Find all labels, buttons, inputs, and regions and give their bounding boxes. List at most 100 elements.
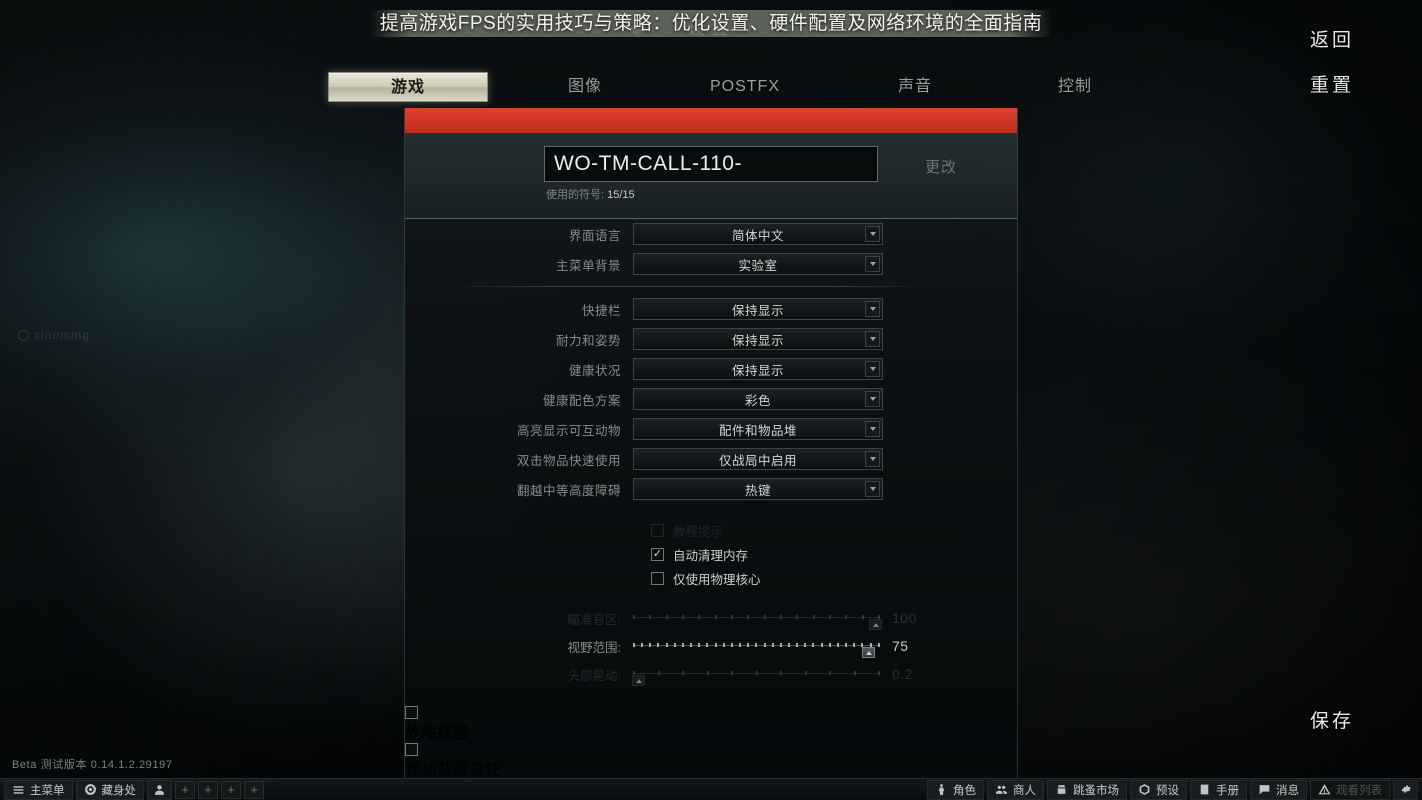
checkbox-row: 仅使用物理核心 (405, 566, 1017, 590)
tab-3[interactable]: POSTFX (690, 72, 800, 102)
setting-label: 耐力和姿势 (555, 333, 621, 348)
taskbar-item-flea-market[interactable]: 跳蚤市场 (1047, 779, 1127, 800)
tab-label: 图像 (567, 78, 602, 95)
taskbar-slot-2[interactable]: + (198, 780, 218, 799)
slider-handle[interactable] (869, 619, 883, 630)
taskbar-right-group: 角色 商人 跳蚤市场 预设 手册 消息 观看列表 (927, 779, 1418, 800)
taskbar-item-label: 主菜单 (30, 784, 65, 797)
dropdown-hud-0[interactable]: 保持显示 (633, 298, 883, 320)
settings-row: 健康状况 保持显示 (405, 354, 1017, 384)
watermark-label: xiaoming (34, 328, 91, 342)
taskbar-slot-3[interactable]: + (221, 780, 241, 799)
chevron-down-icon[interactable] (865, 421, 880, 437)
checkbox-label: 仅使用物理核心 (673, 572, 761, 587)
tab-1[interactable]: 游戏 (328, 72, 488, 102)
tab-label: 声音 (897, 78, 932, 95)
nickname-section: 使用的符号: 15/15 更改 (405, 133, 1017, 219)
traders-icon (996, 785, 1007, 794)
nickname-change-button[interactable]: 更改 (925, 156, 957, 177)
tab-label: 控制 (1057, 78, 1092, 95)
dropdown-value: 仅战局中启用 (718, 453, 797, 468)
dropdown-general-0[interactable]: 简体中文 (633, 223, 883, 245)
watermark-icon (18, 329, 29, 341)
settings-group-general: 界面语言 简体中文 主菜单背景 实验室 (405, 219, 1017, 279)
dropdown-general-1[interactable]: 实验室 (633, 253, 883, 275)
tab-4[interactable]: 声音 (860, 72, 970, 102)
checkbox-label: 故障提醒 (405, 725, 470, 742)
tab-label: 游戏 (390, 79, 425, 96)
slider-3[interactable] (631, 665, 880, 686)
checkbox-3[interactable] (651, 571, 664, 585)
chevron-down-icon[interactable] (865, 256, 880, 272)
chevron-down-icon[interactable] (865, 331, 880, 347)
tab-5[interactable]: 控制 (1020, 72, 1130, 102)
group-divider (440, 286, 930, 287)
settings-row: 翻越中等高度障碍 热键 (405, 474, 1017, 504)
chevron-down-icon[interactable] (865, 361, 880, 377)
nickname-counter-label: 使用的符号: (546, 189, 605, 201)
dropdown-hud-2[interactable]: 保持显示 (633, 358, 883, 380)
slider-label: 头部晃动: (567, 668, 621, 683)
article-headline: 提高游戏FPS的实用技巧与策略：优化设置、硬件配置及网络环境的全面指南 (0, 8, 1422, 37)
chevron-down-icon[interactable] (865, 451, 880, 467)
taskbar-item-label: 消息 (1276, 784, 1299, 797)
checkbox-1[interactable] (651, 523, 664, 537)
checkbox-right-1[interactable] (405, 743, 418, 756)
taskbar-item-hamburger[interactable]: 主菜单 (4, 779, 73, 800)
slider-value: 100 (892, 610, 917, 626)
dropdown-value: 保持显示 (731, 333, 784, 348)
taskbar-item-avatar[interactable] (147, 779, 172, 800)
setting-label: 双击物品快速使用 (516, 453, 621, 468)
slider-value: 75 (892, 638, 909, 654)
handbook-icon (1200, 784, 1209, 795)
checkbox-left-1[interactable] (405, 706, 418, 719)
dropdown-hud-4[interactable]: 配件和物品堆 (633, 418, 883, 440)
slider-ticks (633, 615, 880, 620)
nickname-input[interactable] (544, 146, 878, 182)
setting-label: 快捷栏 (581, 303, 621, 318)
checkbox-label: 预加载藏身处 (405, 762, 502, 778)
settings-row: 主菜单背景 实验室 (405, 249, 1017, 279)
taskbar-item-hideout[interactable]: 藏身处 (75, 779, 144, 800)
slider-ticks (633, 643, 880, 648)
hamburger-icon (13, 786, 24, 794)
tab-2[interactable]: 图像 (530, 72, 640, 102)
taskbar-item-warning[interactable]: 观看列表 (1310, 779, 1390, 800)
slider-1[interactable] (633, 609, 883, 630)
dropdown-value: 实验室 (738, 258, 778, 273)
checkbox-row: 教程提示 (405, 518, 1017, 542)
setting-label: 主菜单背景 (555, 258, 621, 273)
taskbar-item-preset[interactable]: 预设 (1130, 779, 1187, 800)
taskbar-settings-button[interactable] (1393, 779, 1418, 800)
gear-icon (1401, 785, 1411, 793)
taskbar-item-handbook[interactable]: 手册 (1190, 779, 1247, 800)
setting-label: 高亮显示可互动物 (516, 423, 621, 438)
dropdown-hud-6[interactable]: 热键 (633, 478, 883, 500)
slider-2[interactable] (633, 637, 880, 658)
chevron-down-icon[interactable] (865, 301, 880, 317)
taskbar-slot-1[interactable]: + (175, 780, 195, 799)
checkbox-label: 教程提示 (673, 524, 724, 539)
taskbar-item-character[interactable]: 角色 (927, 779, 984, 800)
slider-handle[interactable] (631, 675, 645, 686)
taskbar-item-messages[interactable]: 消息 (1250, 779, 1307, 800)
slider-handle[interactable] (861, 647, 875, 658)
taskbar-item-label: 角色 (953, 784, 976, 797)
chevron-down-icon[interactable] (865, 481, 880, 497)
dropdown-hud-5[interactable]: 仅战局中启用 (633, 448, 883, 470)
settings-tabs: 游戏 图像 POSTFX 声音 控制 (310, 72, 1100, 104)
chevron-down-icon[interactable] (865, 391, 880, 407)
checkbox-2[interactable] (651, 547, 664, 561)
slider-label: 瞄准盲区: (567, 612, 621, 627)
dropdown-hud-3[interactable]: 彩色 (633, 388, 883, 410)
taskbar-slot-4[interactable]: + (244, 780, 264, 799)
save-button[interactable]: 保存 (1310, 706, 1354, 733)
game-settings-screen: xiaoming 设置 提高游戏FPS的实用技巧与策略：优化设置、硬件配置及网络… (0, 0, 1422, 800)
taskbar-item-traders[interactable]: 商人 (987, 779, 1044, 800)
setting-label: 翻越中等高度障碍 (516, 483, 621, 498)
settings-bottom-checkbox-grid: 故障提醒预加载藏身处屏蔽组队邀请商人选择界面 (405, 706, 1017, 778)
reset-button[interactable]: 重置 (1310, 70, 1354, 97)
warning-icon (1318, 784, 1331, 795)
chevron-down-icon[interactable] (865, 226, 880, 242)
dropdown-hud-1[interactable]: 保持显示 (633, 328, 883, 350)
